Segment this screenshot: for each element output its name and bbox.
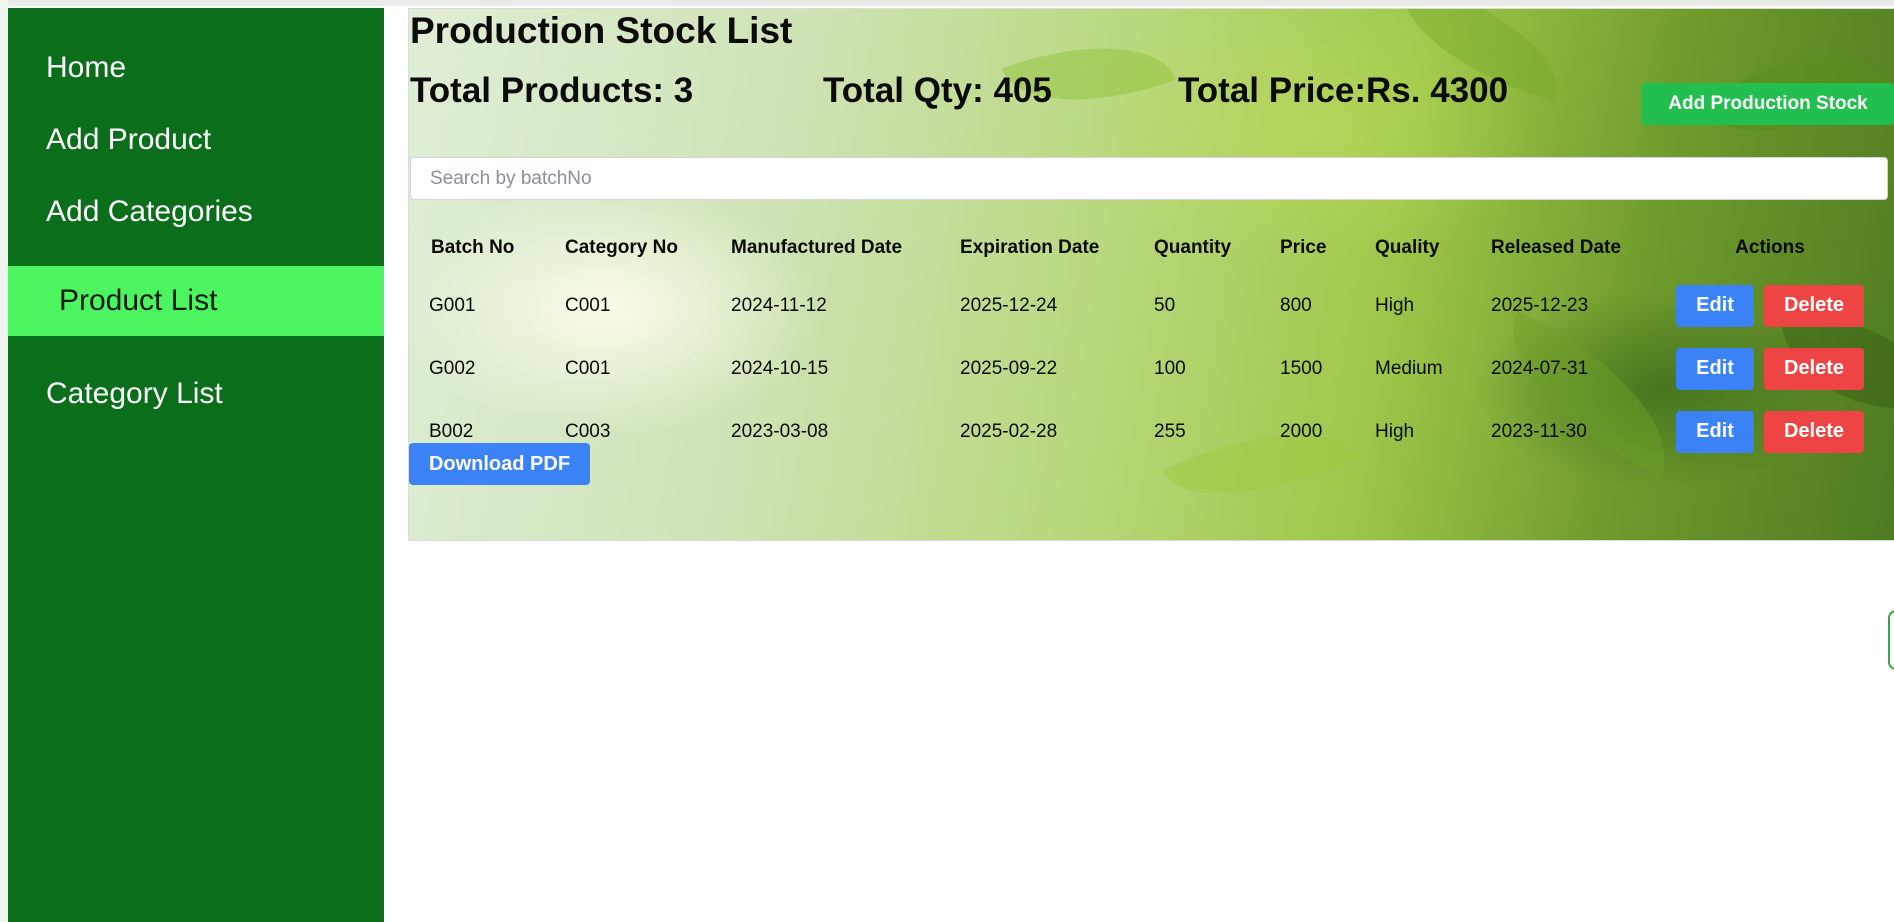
cell-released-date: 2025-12-23 xyxy=(1491,294,1589,316)
cell-actions: Edit Delete xyxy=(1665,274,1875,337)
main-content: Production Stock List Total Products: 3 … xyxy=(408,8,1894,541)
cell-price: 2000 xyxy=(1280,420,1323,442)
sidebar-item-product-list[interactable]: Product List xyxy=(8,266,384,336)
header-manufactured-date: Manufactured Date xyxy=(731,237,903,258)
cell-quality: High xyxy=(1375,420,1415,442)
search-input[interactable] xyxy=(410,157,1888,200)
total-products: Total Products: 3 xyxy=(410,71,694,110)
cell-expiration-date: 2025-12-24 xyxy=(960,294,1058,316)
page-title: Production Stock List xyxy=(410,10,793,51)
cell-category-no: C001 xyxy=(565,294,611,316)
table-row: B002 C003 2023-03-08 2025-02-28 255 2000… xyxy=(409,400,1875,463)
sidebar-item-add-categories[interactable]: Add Categories xyxy=(8,190,384,234)
side-tab-handle[interactable] xyxy=(1888,610,1894,670)
cell-quantity: 50 xyxy=(1154,294,1176,316)
cell-category-no: C001 xyxy=(565,357,611,379)
window-left-border xyxy=(0,0,8,922)
cell-quantity: 255 xyxy=(1154,420,1186,442)
cell-manufactured-date: 2024-11-12 xyxy=(731,294,827,316)
header-actions: Actions xyxy=(1735,237,1805,258)
header-quality: Quality xyxy=(1375,237,1440,258)
total-qty: Total Qty: 405 xyxy=(823,71,1052,110)
cell-expiration-date: 2025-09-22 xyxy=(960,357,1058,379)
cell-released-date: 2024-07-31 xyxy=(1491,357,1589,379)
cell-manufactured-date: 2023-03-08 xyxy=(731,420,829,442)
cell-quality: Medium xyxy=(1375,357,1443,379)
cell-price: 1500 xyxy=(1280,357,1323,379)
cell-manufactured-date: 2024-10-15 xyxy=(731,357,829,379)
cell-batch-no: G001 xyxy=(429,294,476,316)
cell-actions: Edit Delete xyxy=(1665,337,1875,400)
sidebar: Home Add Product Add Categories Product … xyxy=(8,8,384,922)
header-released-date: Released Date xyxy=(1491,237,1621,258)
header-quantity: Quantity xyxy=(1154,237,1232,258)
header-expiration-date: Expiration Date xyxy=(960,237,1100,258)
cell-released-date: 2023-11-30 xyxy=(1491,420,1587,442)
delete-button[interactable]: Delete xyxy=(1764,410,1864,453)
stock-table: Batch No Category No Manufactured Date E… xyxy=(409,222,1875,463)
sidebar-item-home[interactable]: Home xyxy=(8,46,384,90)
window-top-border xyxy=(0,0,1894,6)
table-header-row: Batch No Category No Manufactured Date E… xyxy=(409,222,1875,274)
delete-button[interactable]: Delete xyxy=(1764,347,1864,390)
cell-actions: Edit Delete xyxy=(1665,400,1875,463)
delete-button[interactable]: Delete xyxy=(1764,284,1864,327)
download-pdf-button[interactable]: Download PDF xyxy=(409,443,590,485)
edit-button[interactable]: Edit xyxy=(1676,410,1754,453)
total-price: Total Price:Rs. 4300 xyxy=(1178,71,1509,110)
edit-button[interactable]: Edit xyxy=(1676,347,1754,390)
table-row: G001 C001 2024-11-12 2025-12-24 50 800 H… xyxy=(409,274,1875,337)
edit-button[interactable]: Edit xyxy=(1676,284,1754,327)
cell-expiration-date: 2025-02-28 xyxy=(960,420,1058,442)
add-production-stock-button[interactable]: Add Production Stock xyxy=(1641,83,1894,125)
cell-quality: High xyxy=(1375,294,1415,316)
table-row: G002 C001 2024-10-15 2025-09-22 100 1500… xyxy=(409,337,1875,400)
cell-batch-no: G002 xyxy=(429,357,476,379)
cell-quantity: 100 xyxy=(1154,357,1186,379)
header-category-no: Category No xyxy=(565,237,678,258)
sidebar-item-add-product[interactable]: Add Product xyxy=(8,118,384,162)
cell-price: 800 xyxy=(1280,294,1312,316)
header-batch-no: Batch No xyxy=(431,237,515,258)
header-price: Price xyxy=(1280,237,1327,258)
sidebar-item-category-list[interactable]: Category List xyxy=(8,372,384,416)
